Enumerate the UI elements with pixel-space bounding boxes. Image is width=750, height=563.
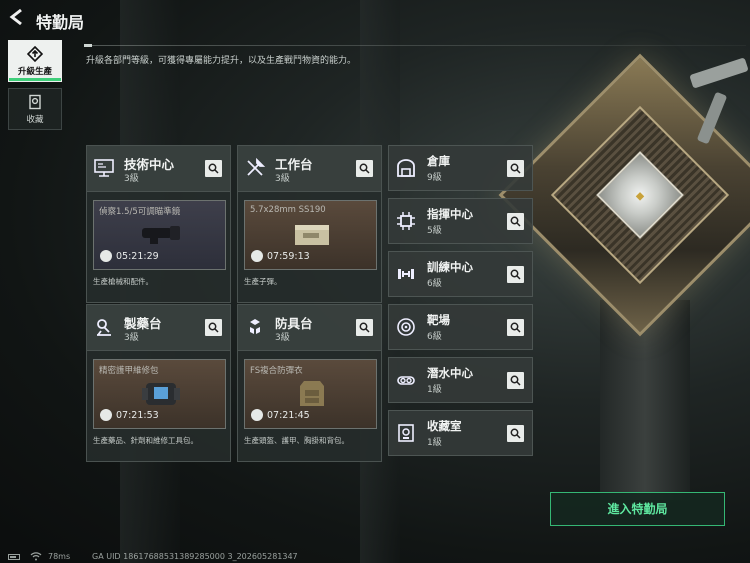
search-icon	[510, 269, 521, 280]
facility-level: 5級	[427, 226, 442, 236]
facility-description: 生產藥品、針劑和維修工具包。	[93, 436, 198, 445]
facility-card-armor-bench[interactable]: 防具台 3級 FS複合防彈衣 07:21:45 生產頭盔、護甲、胸掛和背包。	[237, 304, 382, 462]
tab-collection[interactable]: 收藏	[8, 88, 62, 130]
search-icon	[510, 375, 521, 386]
inspect-button[interactable]	[507, 266, 524, 283]
slot-item-name: FS複合防彈衣	[250, 366, 303, 376]
facility-level: 6級	[427, 279, 442, 289]
timer-icon	[251, 409, 263, 421]
warehouse-icon	[397, 159, 415, 177]
facility-row-training-center[interactable]: 訓練中心 6級	[388, 251, 533, 297]
background-tower-illustration	[498, 53, 750, 337]
page-title: 特勤局	[36, 13, 85, 32]
facility-description: 生產槍械和配件。	[93, 277, 153, 286]
facility-level: 1級	[427, 438, 442, 448]
inspect-button[interactable]	[507, 160, 524, 177]
inspect-button[interactable]	[356, 319, 373, 336]
production-timer: 05:21:29	[116, 251, 159, 262]
timer-icon	[100, 250, 112, 262]
body-armor-image	[300, 381, 324, 406]
page-subtitle: 升級各部門等級，可獲得專屬能力提升，以及生產戰鬥物資的能力。	[86, 56, 357, 66]
facility-level: 3級	[124, 333, 139, 343]
production-slot[interactable]: 精密護甲維修包 07:21:53	[93, 359, 226, 429]
collection-icon	[29, 94, 41, 110]
inspect-button[interactable]	[507, 425, 524, 442]
facility-description: 生產頭盔、護甲、胸掛和背包。	[244, 436, 349, 445]
search-icon	[359, 322, 370, 333]
tab-upgrade-production-label: 升級生產	[17, 67, 52, 77]
facility-description: 生產子彈。	[244, 277, 282, 286]
facility-name: 倉庫	[427, 154, 450, 168]
safe-icon	[398, 424, 414, 442]
inspect-button[interactable]	[507, 319, 524, 336]
timer-icon	[100, 409, 112, 421]
facility-name: 訓練中心	[427, 260, 473, 274]
facility-level: 9級	[427, 173, 442, 183]
back-button[interactable]	[8, 8, 30, 30]
facility-card-workbench[interactable]: 工作台 3級 5.7x28mm SS190 07:59:13 生產子彈。	[237, 145, 382, 303]
background-robot-arm	[689, 57, 749, 89]
enter-special-service-button[interactable]: 進入特勤局	[550, 492, 725, 526]
facility-card-pharmacy[interactable]: 製藥台 3級 精密護甲維修包 07:21:53 生產藥品、針劑和維修工具包。	[86, 304, 231, 462]
facility-row-diving-center[interactable]: 潛水中心 1級	[388, 357, 533, 403]
wifi-icon	[30, 552, 42, 563]
facility-name: 潛水中心	[427, 366, 473, 380]
facility-name: 指揮中心	[427, 207, 473, 221]
inspect-button[interactable]	[507, 372, 524, 389]
production-timer: 07:21:45	[267, 410, 310, 421]
production-slot[interactable]: FS複合防彈衣 07:21:45	[244, 359, 377, 429]
facility-row-collection-room[interactable]: 收藏室 1級	[388, 410, 533, 456]
search-icon	[510, 428, 521, 439]
tab-upgrade-production[interactable]: 升級生產	[8, 40, 62, 82]
inspect-button[interactable]	[205, 160, 222, 177]
search-icon	[208, 322, 219, 333]
inspect-button[interactable]	[205, 319, 222, 336]
facility-card-tech-center[interactable]: 技術中心 3級 偵察1.5/5可調瞄準鏡 05:21:29 生產槍械和配件。	[86, 145, 231, 303]
armor-blocks-icon	[250, 319, 260, 334]
facility-level: 1級	[427, 385, 442, 395]
slot-item-name: 精密護甲維修包	[99, 366, 159, 376]
facility-level: 3級	[275, 174, 290, 184]
search-icon	[359, 163, 370, 174]
user-uid: GA UID 18617688531389285000 3_2026052813…	[92, 552, 298, 561]
target-icon	[397, 318, 415, 336]
dumbbell-icon	[398, 269, 414, 279]
facility-level: 3級	[124, 174, 139, 184]
scope-item-image	[142, 226, 180, 244]
slot-item-name: 5.7x28mm SS190	[250, 205, 326, 215]
production-slot[interactable]: 偵察1.5/5可調瞄準鏡 05:21:29	[93, 200, 226, 270]
production-slot[interactable]: 5.7x28mm SS190 07:59:13	[244, 200, 377, 270]
facility-name: 靶場	[427, 313, 450, 327]
inspect-button[interactable]	[507, 213, 524, 230]
timer-icon	[251, 250, 263, 262]
facility-level: 3級	[275, 333, 290, 343]
ammo-box-image	[295, 225, 329, 245]
tools-icon	[247, 157, 266, 176]
computer-icon	[94, 159, 114, 177]
microscope-icon	[97, 319, 111, 336]
facility-name: 收藏室	[427, 419, 462, 433]
ping-readout: 78ms	[48, 552, 71, 561]
facility-row-command-center[interactable]: 指揮中心 5級	[388, 198, 533, 244]
chevron-left-icon	[9, 8, 22, 26]
diving-icon	[397, 376, 415, 385]
tab-collection-label: 收藏	[26, 115, 44, 125]
production-timer: 07:21:53	[116, 410, 159, 421]
header-divider	[84, 45, 746, 46]
chip-icon	[397, 212, 415, 230]
search-icon	[510, 322, 521, 333]
facility-row-warehouse[interactable]: 倉庫 9級	[388, 145, 533, 191]
search-icon	[208, 163, 219, 174]
slot-item-name: 偵察1.5/5可調瞄準鏡	[99, 207, 181, 217]
battery-icon	[8, 554, 20, 560]
search-icon	[510, 163, 521, 174]
search-icon	[510, 216, 521, 227]
production-timer: 07:59:13	[267, 251, 310, 262]
inspect-button[interactable]	[356, 160, 373, 177]
facility-level: 6級	[427, 332, 442, 342]
repair-kit-image	[142, 383, 180, 405]
facility-row-shooting-range[interactable]: 靶場 6級	[388, 304, 533, 350]
upgrade-icon	[27, 46, 43, 62]
